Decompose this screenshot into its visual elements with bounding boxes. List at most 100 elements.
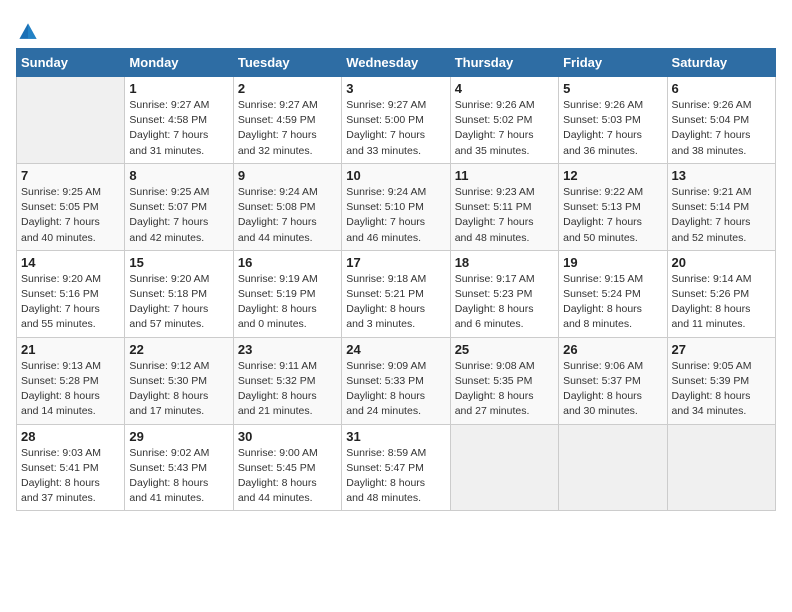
day-cell: 23Sunrise: 9:11 AM Sunset: 5:32 PM Dayli… [233,337,341,424]
day-info: Sunrise: 9:20 AM Sunset: 5:18 PM Dayligh… [129,272,228,333]
day-cell: 16 Sunrise: 9:19 AM Sunset: 5:19 PM Dayli… [233,250,341,337]
day-info: Sunrise: 9:18 AM Sunset: 5:21 PM Dayligh… [346,272,445,333]
day-info: Sunrise: 9:21 AM Sunset: 5:14 PM Dayligh… [672,185,771,246]
day-cell: 30 Sunrise: 9:00 AM Sunset: 5:45 PM Dayli… [233,424,341,511]
day-cell [17,77,125,164]
day-number: 25 [455,342,554,357]
day-cell: 26 Sunrise: 9:06 AM Sunset: 5:37 PM Dayli… [559,337,667,424]
day-cell: 25Sunrise: 9:08 AM Sunset: 5:35 PM Dayli… [450,337,558,424]
day-info: Sunrise: 9:19 AM Sunset: 5:19 PM Dayligh… [238,272,337,333]
day-number: 16 [238,255,337,270]
day-number: 10 [346,168,445,183]
day-cell: 2 Sunrise: 9:27 AM Sunset: 4:59 PM Daylig… [233,77,341,164]
day-cell: 17 Sunrise: 9:18 AM Sunset: 5:21 PM Dayli… [342,250,450,337]
day-info: Sunrise: 9:17 AM Sunset: 5:23 PM Dayligh… [455,272,554,333]
day-number: 19 [563,255,662,270]
day-cell: 21Sunrise: 9:13 AM Sunset: 5:28 PM Dayli… [17,337,125,424]
day-number: 17 [346,255,445,270]
header-cell-saturday: Saturday [667,49,775,77]
header-cell-tuesday: Tuesday [233,49,341,77]
day-info: Sunrise: 9:22 AM Sunset: 5:13 PM Dayligh… [563,185,662,246]
day-info: Sunrise: 9:26 AM Sunset: 5:02 PM Dayligh… [455,98,554,159]
day-number: 6 [672,81,771,96]
day-info: Sunrise: 9:27 AM Sunset: 4:59 PM Dayligh… [238,98,337,159]
week-row-4: 21Sunrise: 9:13 AM Sunset: 5:28 PM Dayli… [17,337,776,424]
day-number: 18 [455,255,554,270]
day-cell: 29 Sunrise: 9:02 AM Sunset: 5:43 PM Dayli… [125,424,233,511]
day-number: 1 [129,81,228,96]
day-info: Sunrise: 9:14 AM Sunset: 5:26 PM Dayligh… [672,272,771,333]
day-info: Sunrise: 9:11 AM Sunset: 5:32 PM Dayligh… [238,359,337,420]
day-info: Sunrise: 9:27 AM Sunset: 4:58 PM Dayligh… [129,98,228,159]
calendar-body: 1 Sunrise: 9:27 AM Sunset: 4:58 PM Daylig… [17,77,776,511]
day-info: Sunrise: 9:26 AM Sunset: 5:03 PM Dayligh… [563,98,662,159]
week-row-3: 14Sunrise: 9:20 AM Sunset: 5:16 PM Dayli… [17,250,776,337]
day-cell: 27 Sunrise: 9:05 AM Sunset: 5:39 PM Dayli… [667,337,775,424]
day-number: 12 [563,168,662,183]
day-info: Sunrise: 9:24 AM Sunset: 5:08 PM Dayligh… [238,185,337,246]
day-number: 26 [563,342,662,357]
day-number: 8 [129,168,228,183]
day-info: Sunrise: 9:00 AM Sunset: 5:45 PM Dayligh… [238,446,337,507]
day-info: Sunrise: 9:03 AM Sunset: 5:41 PM Dayligh… [21,446,120,507]
day-number: 24 [346,342,445,357]
day-cell: 10 Sunrise: 9:24 AM Sunset: 5:10 PM Dayli… [342,163,450,250]
day-cell: 28 Sunrise: 9:03 AM Sunset: 5:41 PM Dayli… [17,424,125,511]
day-info: Sunrise: 9:15 AM Sunset: 5:24 PM Dayligh… [563,272,662,333]
header-cell-sunday: Sunday [17,49,125,77]
day-info: Sunrise: 8:59 AM Sunset: 5:47 PM Dayligh… [346,446,445,507]
day-cell: 12 Sunrise: 9:22 AM Sunset: 5:13 PM Dayli… [559,163,667,250]
header-cell-friday: Friday [559,49,667,77]
day-cell: 3Sunrise: 9:27 AM Sunset: 5:00 PM Daylig… [342,77,450,164]
day-info: Sunrise: 9:25 AM Sunset: 5:05 PM Dayligh… [21,185,120,246]
day-cell: 6 Sunrise: 9:26 AM Sunset: 5:04 PM Daylig… [667,77,775,164]
day-cell: 14Sunrise: 9:20 AM Sunset: 5:16 PM Dayli… [17,250,125,337]
day-number: 30 [238,429,337,444]
day-info: Sunrise: 9:13 AM Sunset: 5:28 PM Dayligh… [21,359,120,420]
day-number: 20 [672,255,771,270]
calendar-table: SundayMondayTuesdayWednesdayThursdayFrid… [16,48,776,511]
day-info: Sunrise: 9:06 AM Sunset: 5:37 PM Dayligh… [563,359,662,420]
day-cell: 11 Sunrise: 9:23 AM Sunset: 5:11 PM Dayli… [450,163,558,250]
day-info: Sunrise: 9:24 AM Sunset: 5:10 PM Dayligh… [346,185,445,246]
day-cell: 8 Sunrise: 9:25 AM Sunset: 5:07 PM Daylig… [125,163,233,250]
week-row-1: 1 Sunrise: 9:27 AM Sunset: 4:58 PM Daylig… [17,77,776,164]
day-cell: 7 Sunrise: 9:25 AM Sunset: 5:05 PM Daylig… [17,163,125,250]
day-number: 2 [238,81,337,96]
day-info: Sunrise: 9:09 AM Sunset: 5:33 PM Dayligh… [346,359,445,420]
day-cell: 1 Sunrise: 9:27 AM Sunset: 4:58 PM Daylig… [125,77,233,164]
day-number: 31 [346,429,445,444]
day-cell: 5 Sunrise: 9:26 AM Sunset: 5:03 PM Daylig… [559,77,667,164]
day-number: 15 [129,255,228,270]
day-info: Sunrise: 9:26 AM Sunset: 5:04 PM Dayligh… [672,98,771,159]
day-cell: 9Sunrise: 9:24 AM Sunset: 5:08 PM Daylig… [233,163,341,250]
day-cell: 19 Sunrise: 9:15 AM Sunset: 5:24 PM Dayli… [559,250,667,337]
day-info: Sunrise: 9:05 AM Sunset: 5:39 PM Dayligh… [672,359,771,420]
day-number: 27 [672,342,771,357]
week-row-2: 7 Sunrise: 9:25 AM Sunset: 5:05 PM Daylig… [17,163,776,250]
day-number: 11 [455,168,554,183]
day-info: Sunrise: 9:02 AM Sunset: 5:43 PM Dayligh… [129,446,228,507]
day-cell: 20 Sunrise: 9:14 AM Sunset: 5:26 PM Dayli… [667,250,775,337]
day-cell: 15 Sunrise: 9:20 AM Sunset: 5:18 PM Dayli… [125,250,233,337]
day-cell: 4 Sunrise: 9:26 AM Sunset: 5:02 PM Daylig… [450,77,558,164]
day-cell [559,424,667,511]
day-cell: 31 Sunrise: 8:59 AM Sunset: 5:47 PM Dayli… [342,424,450,511]
day-number: 7 [21,168,120,183]
day-number: 29 [129,429,228,444]
day-number: 28 [21,429,120,444]
day-cell: 13 Sunrise: 9:21 AM Sunset: 5:14 PM Dayli… [667,163,775,250]
day-number: 3 [346,81,445,96]
day-number: 5 [563,81,662,96]
day-info: Sunrise: 9:23 AM Sunset: 5:11 PM Dayligh… [455,185,554,246]
logo [16,20,44,44]
week-row-5: 28 Sunrise: 9:03 AM Sunset: 5:41 PM Dayli… [17,424,776,511]
header-cell-monday: Monday [125,49,233,77]
day-info: Sunrise: 9:25 AM Sunset: 5:07 PM Dayligh… [129,185,228,246]
calendar-header-row: SundayMondayTuesdayWednesdayThursdayFrid… [17,49,776,77]
page-header [16,16,776,44]
day-number: 4 [455,81,554,96]
day-number: 14 [21,255,120,270]
logo-icon [16,20,40,44]
day-number: 13 [672,168,771,183]
